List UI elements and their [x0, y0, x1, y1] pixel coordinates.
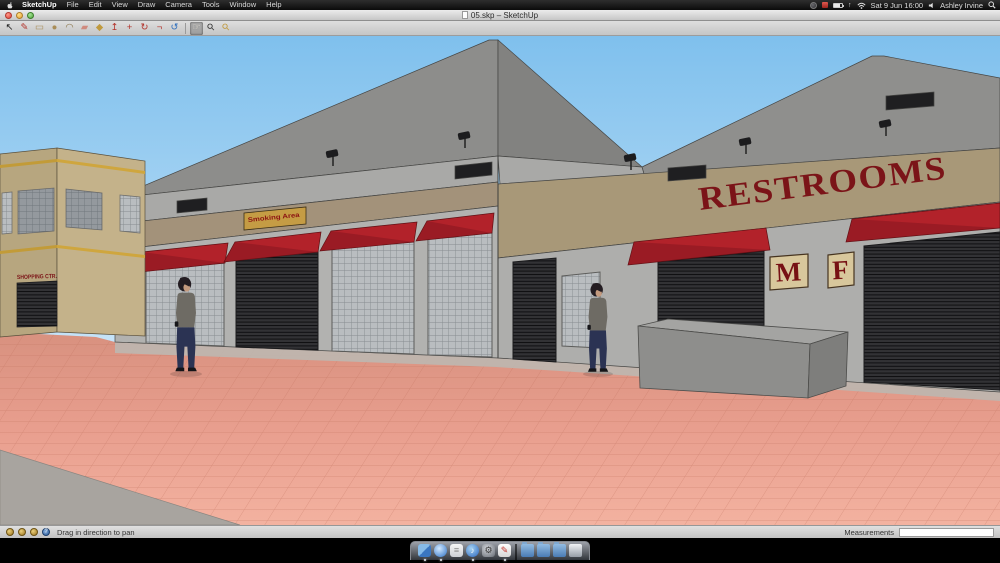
measurements-input[interactable]: [899, 527, 994, 537]
paint-bucket-tool[interactable]: ◆: [93, 22, 106, 35]
help-icon[interactable]: ?: [42, 528, 50, 536]
eraser-tool[interactable]: ▰: [78, 22, 91, 35]
volume-status-icon[interactable]: [928, 2, 935, 9]
roller-shutter: [863, 231, 1000, 391]
dock-safari-icon[interactable]: [434, 544, 447, 561]
roller-shutter: [235, 248, 319, 351]
battery-status-icon[interactable]: [833, 2, 845, 8]
menu-camera[interactable]: Camera: [160, 0, 197, 10]
dock-folder-icon-3[interactable]: [553, 542, 566, 557]
measurements-label: Measurements: [844, 527, 894, 537]
line-tool[interactable]: ✎: [18, 22, 31, 35]
roller-shutter: [512, 257, 557, 363]
menu-bar: SketchUp File Edit View Draw Camera Tools Windo…: [0, 0, 1000, 10]
dock-itunes-icon[interactable]: [466, 544, 479, 561]
vent: [667, 164, 707, 182]
person-shadow: [170, 371, 202, 377]
toolbar-separator[interactable]: [185, 22, 186, 34]
womens-sign-text: F: [832, 255, 850, 286]
updates-status-icon[interactable]: ↑: [848, 2, 852, 9]
menu-window[interactable]: Window: [224, 0, 261, 10]
dock-trash-icon[interactable]: [569, 544, 582, 557]
menu-view[interactable]: View: [107, 0, 133, 10]
person-shadow: [583, 371, 613, 377]
grille-window: [331, 237, 415, 355]
grille-window: [427, 228, 493, 358]
menu-tools[interactable]: Tools: [197, 0, 225, 10]
apple-menu-icon[interactable]: [6, 1, 14, 10]
dock-finder-icon[interactable]: [418, 544, 431, 561]
account-status-icon[interactable]: [30, 528, 38, 536]
rotate-tool[interactable]: ↻: [138, 22, 151, 35]
dock-folder-icon-1[interactable]: [521, 542, 534, 557]
circle-tool[interactable]: ●: [48, 22, 61, 35]
left-building-front: [56, 147, 146, 337]
close-button[interactable]: [5, 12, 12, 19]
document-icon: [461, 11, 468, 19]
zoom-extents-tool[interactable]: ⚲: [220, 21, 233, 35]
modeling-viewport[interactable]: RESTROOMS Smoking Area M F SHOPPING CTR.: [0, 36, 1000, 525]
zoom-window-button[interactable]: [27, 12, 34, 19]
roller-shutter: [16, 280, 58, 328]
desktop-strip: [0, 538, 1000, 563]
minimize-button[interactable]: [16, 12, 23, 19]
zoom-tool[interactable]: ⚲: [205, 21, 218, 35]
arc-tool[interactable]: ◠: [63, 22, 76, 35]
vent: [176, 197, 208, 214]
dock-folder-icon-2[interactable]: [537, 542, 550, 557]
pan-tool[interactable]: ☞: [190, 21, 203, 35]
move-tool[interactable]: +: [123, 22, 136, 35]
planter-box[interactable]: [637, 318, 849, 399]
mens-sign-text: M: [775, 256, 802, 287]
select-tool[interactable]: ↖: [3, 22, 16, 35]
app-status-icon[interactable]: [822, 2, 829, 8]
menu-sketchup[interactable]: SketchUp: [17, 0, 62, 10]
left-building[interactable]: SHOPPING CTR.: [0, 147, 146, 338]
dock-separator[interactable]: [515, 544, 517, 560]
tool-palette: ↖ ✎ ▭ ● ◠ ▰ ◆ ↥ + ↻ ¬ ↺ ☞ ⚲ ⚲: [0, 21, 1000, 36]
credits-status-icon[interactable]: [18, 528, 26, 536]
wifi-status-icon[interactable]: [856, 2, 866, 9]
dock-sketchup-icon[interactable]: [498, 544, 511, 561]
menu-draw[interactable]: Draw: [133, 0, 161, 10]
dock-textedit-icon[interactable]: [450, 544, 463, 557]
dock: [410, 541, 590, 561]
user-session-menu[interactable]: Ashley Irvine: [940, 1, 983, 10]
menu-edit[interactable]: Edit: [84, 0, 107, 10]
status-hint-text: Drag in direction to pan: [57, 527, 135, 537]
window-title-bar[interactable]: 05.skp – SketchUp: [0, 10, 1000, 21]
menu-clock[interactable]: Sat 9 Jun 16:00: [871, 1, 924, 10]
left-building-sign-text: SHOPPING CTR.: [17, 274, 57, 281]
geolocation-status-icon[interactable]: [6, 528, 14, 536]
womens-sign[interactable]: F: [827, 251, 855, 289]
push-pull-tool[interactable]: ↥: [108, 22, 121, 35]
dock-sysprefs-icon[interactable]: [482, 544, 495, 557]
status-bar: ? Drag in direction to pan Measurements: [0, 525, 1000, 538]
menu-file[interactable]: File: [62, 0, 84, 10]
orbit-tool[interactable]: ↺: [168, 22, 181, 35]
window-title: 05.skp – SketchUp: [470, 10, 539, 20]
offset-tool[interactable]: ¬: [153, 22, 166, 35]
rectangle-tool[interactable]: ▭: [33, 22, 46, 35]
spotlight-icon[interactable]: [988, 1, 996, 9]
time-machine-status-icon[interactable]: [810, 1, 818, 9]
menu-help[interactable]: Help: [261, 0, 286, 10]
mens-sign[interactable]: M: [769, 253, 809, 291]
